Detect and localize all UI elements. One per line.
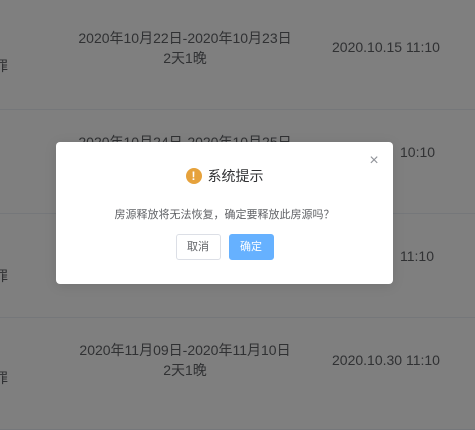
dialog-message: 房源释放将无法恢复，确定要释放此房源吗？ bbox=[114, 209, 335, 221]
confirm-dialog: × ! 系统提示 房源释放将无法恢复，确定要释放此房源吗？ 取消 确定 bbox=[56, 142, 393, 284]
dialog-buttons: 取消 确定 bbox=[56, 234, 393, 260]
confirm-button[interactable]: 确定 bbox=[228, 234, 274, 260]
cancel-button[interactable]: 取消 bbox=[175, 234, 221, 260]
warning-icon: ! bbox=[185, 168, 202, 184]
dialog-title-text: 系统提示 bbox=[207, 168, 264, 184]
dialog-title: ! 系统提示 bbox=[56, 166, 393, 186]
